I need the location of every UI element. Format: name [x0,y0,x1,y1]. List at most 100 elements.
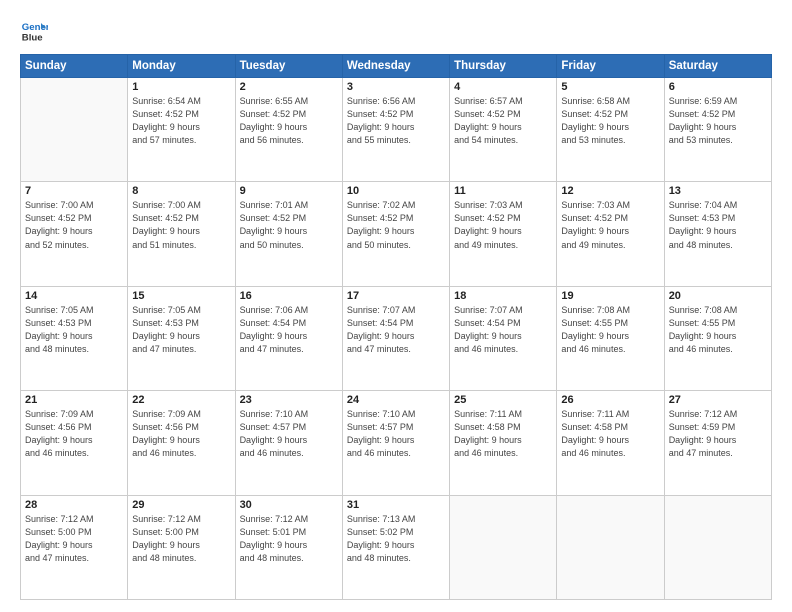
calendar-cell [557,495,664,599]
calendar-cell: 3 Sunrise: 6:56 AMSunset: 4:52 PMDaylight… [342,78,449,182]
day-number: 22 [132,394,230,406]
day-info: Sunrise: 7:10 AMSunset: 4:57 PMDaylight:… [240,408,338,460]
calendar-cell: 7Sunrise: 7:00 AMSunset: 4:52 PMDaylight… [21,182,128,286]
calendar-header: SundayMondayTuesdayWednesdayThursdayFrid… [21,55,772,78]
calendar-cell: 25 Sunrise: 7:11 AMSunset: 4:58 PMDayligh… [450,391,557,495]
svg-text:Blue: Blue [22,33,43,44]
calendar-cell: 27 Sunrise: 7:12 AMSunset: 4:59 PMDayligh… [664,391,771,495]
calendar-cell: 15 Sunrise: 7:05 AMSunset: 4:53 PMDayligh… [128,286,235,390]
day-number: 12 [561,185,659,197]
day-number: 29 [132,499,230,511]
day-number: 8 [132,185,230,197]
calendar-cell: 13 Sunrise: 7:04 AMSunset: 4:53 PMDayligh… [664,182,771,286]
week-row-3: 14 Sunrise: 7:05 AMSunset: 4:53 PMDayligh… [21,286,772,390]
day-number: 23 [240,394,338,406]
calendar-cell: 8Sunrise: 7:00 AMSunset: 4:52 PMDaylight… [128,182,235,286]
calendar-cell: 14 Sunrise: 7:05 AMSunset: 4:53 PMDayligh… [21,286,128,390]
day-info: Sunrise: 7:07 AMSunset: 4:54 PMDaylight:… [454,304,552,356]
calendar-cell: 5 Sunrise: 6:58 AMSunset: 4:52 PMDaylight… [557,78,664,182]
day-info: Sunrise: 7:12 AMSunset: 5:00 PMDaylight:… [25,513,123,565]
calendar-cell: 18Sunrise: 7:07 AMSunset: 4:54 PMDayligh… [450,286,557,390]
weekday-header-thursday: Thursday [450,55,557,78]
calendar-cell: 28 Sunrise: 7:12 AMSunset: 5:00 PMDayligh… [21,495,128,599]
weekday-header-monday: Monday [128,55,235,78]
day-info: Sunrise: 7:12 AMSunset: 5:00 PMDaylight:… [132,513,230,565]
calendar-cell: 6 Sunrise: 6:59 AMSunset: 4:52 PMDaylight… [664,78,771,182]
calendar-cell: 29 Sunrise: 7:12 AMSunset: 5:00 PMDayligh… [128,495,235,599]
day-number: 5 [561,81,659,93]
calendar-cell: 1 Sunrise: 6:54 AMSunset: 4:52 PMDaylight… [128,78,235,182]
day-number: 26 [561,394,659,406]
day-number: 20 [669,290,767,302]
calendar-cell: 2 Sunrise: 6:55 AMSunset: 4:52 PMDaylight… [235,78,342,182]
day-info: Sunrise: 7:09 AMSunset: 4:56 PMDaylight:… [132,408,230,460]
day-number: 4 [454,81,552,93]
day-number: 27 [669,394,767,406]
day-number: 28 [25,499,123,511]
calendar-cell: 16 Sunrise: 7:06 AMSunset: 4:54 PMDayligh… [235,286,342,390]
day-info: Sunrise: 6:57 AMSunset: 4:52 PMDaylight:… [454,95,552,147]
day-info: Sunrise: 7:05 AMSunset: 4:53 PMDaylight:… [25,304,123,356]
calendar-cell: 9Sunrise: 7:01 AMSunset: 4:52 PMDaylight… [235,182,342,286]
calendar: SundayMondayTuesdayWednesdayThursdayFrid… [20,54,772,600]
calendar-cell: 11Sunrise: 7:03 AMSunset: 4:52 PMDayligh… [450,182,557,286]
day-info: Sunrise: 7:12 AMSunset: 5:01 PMDaylight:… [240,513,338,565]
day-info: Sunrise: 7:06 AMSunset: 4:54 PMDaylight:… [240,304,338,356]
day-info: Sunrise: 7:04 AMSunset: 4:53 PMDaylight:… [669,199,767,251]
week-row-4: 21 Sunrise: 7:09 AMSunset: 4:56 PMDayligh… [21,391,772,495]
page: General Blue SundayMondayTuesdayWednesda… [0,0,792,612]
day-info: Sunrise: 7:03 AMSunset: 4:52 PMDaylight:… [561,199,659,251]
weekday-header-wednesday: Wednesday [342,55,449,78]
day-info: Sunrise: 7:12 AMSunset: 4:59 PMDaylight:… [669,408,767,460]
week-row-2: 7Sunrise: 7:00 AMSunset: 4:52 PMDaylight… [21,182,772,286]
logo: General Blue [20,16,52,44]
day-number: 1 [132,81,230,93]
day-number: 2 [240,81,338,93]
day-number: 3 [347,81,445,93]
day-info: Sunrise: 6:56 AMSunset: 4:52 PMDaylight:… [347,95,445,147]
day-number: 30 [240,499,338,511]
day-info: Sunrise: 7:03 AMSunset: 4:52 PMDaylight:… [454,199,552,251]
calendar-cell: 31Sunrise: 7:13 AMSunset: 5:02 PMDayligh… [342,495,449,599]
weekday-header-tuesday: Tuesday [235,55,342,78]
week-row-5: 28 Sunrise: 7:12 AMSunset: 5:00 PMDayligh… [21,495,772,599]
day-info: Sunrise: 7:11 AMSunset: 4:58 PMDaylight:… [454,408,552,460]
day-info: Sunrise: 7:07 AMSunset: 4:54 PMDaylight:… [347,304,445,356]
day-number: 16 [240,290,338,302]
day-number: 14 [25,290,123,302]
weekday-header-friday: Friday [557,55,664,78]
calendar-cell: 19Sunrise: 7:08 AMSunset: 4:55 PMDayligh… [557,286,664,390]
day-number: 9 [240,185,338,197]
day-info: Sunrise: 6:54 AMSunset: 4:52 PMDaylight:… [132,95,230,147]
day-number: 25 [454,394,552,406]
header: General Blue [20,16,772,44]
day-info: Sunrise: 7:09 AMSunset: 4:56 PMDaylight:… [25,408,123,460]
calendar-cell [450,495,557,599]
day-number: 21 [25,394,123,406]
calendar-cell: 23 Sunrise: 7:10 AMSunset: 4:57 PMDayligh… [235,391,342,495]
day-number: 10 [347,185,445,197]
calendar-cell: 20Sunrise: 7:08 AMSunset: 4:55 PMDayligh… [664,286,771,390]
calendar-cell [21,78,128,182]
calendar-cell: 22 Sunrise: 7:09 AMSunset: 4:56 PMDayligh… [128,391,235,495]
day-info: Sunrise: 7:05 AMSunset: 4:53 PMDaylight:… [132,304,230,356]
calendar-cell: 10Sunrise: 7:02 AMSunset: 4:52 PMDayligh… [342,182,449,286]
calendar-cell: 26Sunrise: 7:11 AMSunset: 4:58 PMDayligh… [557,391,664,495]
day-info: Sunrise: 6:59 AMSunset: 4:52 PMDaylight:… [669,95,767,147]
day-number: 6 [669,81,767,93]
day-info: Sunrise: 6:58 AMSunset: 4:52 PMDaylight:… [561,95,659,147]
logo-icon: General Blue [20,16,48,44]
day-info: Sunrise: 7:08 AMSunset: 4:55 PMDaylight:… [561,304,659,356]
calendar-cell [664,495,771,599]
weekday-header-row: SundayMondayTuesdayWednesdayThursdayFrid… [21,55,772,78]
day-number: 24 [347,394,445,406]
calendar-cell: 17Sunrise: 7:07 AMSunset: 4:54 PMDayligh… [342,286,449,390]
day-number: 15 [132,290,230,302]
weekday-header-saturday: Saturday [664,55,771,78]
calendar-cell: 21 Sunrise: 7:09 AMSunset: 4:56 PMDayligh… [21,391,128,495]
calendar-cell: 30 Sunrise: 7:12 AMSunset: 5:01 PMDayligh… [235,495,342,599]
day-number: 13 [669,185,767,197]
calendar-cell: 24Sunrise: 7:10 AMSunset: 4:57 PMDayligh… [342,391,449,495]
weekday-header-sunday: Sunday [21,55,128,78]
day-info: Sunrise: 6:55 AMSunset: 4:52 PMDaylight:… [240,95,338,147]
